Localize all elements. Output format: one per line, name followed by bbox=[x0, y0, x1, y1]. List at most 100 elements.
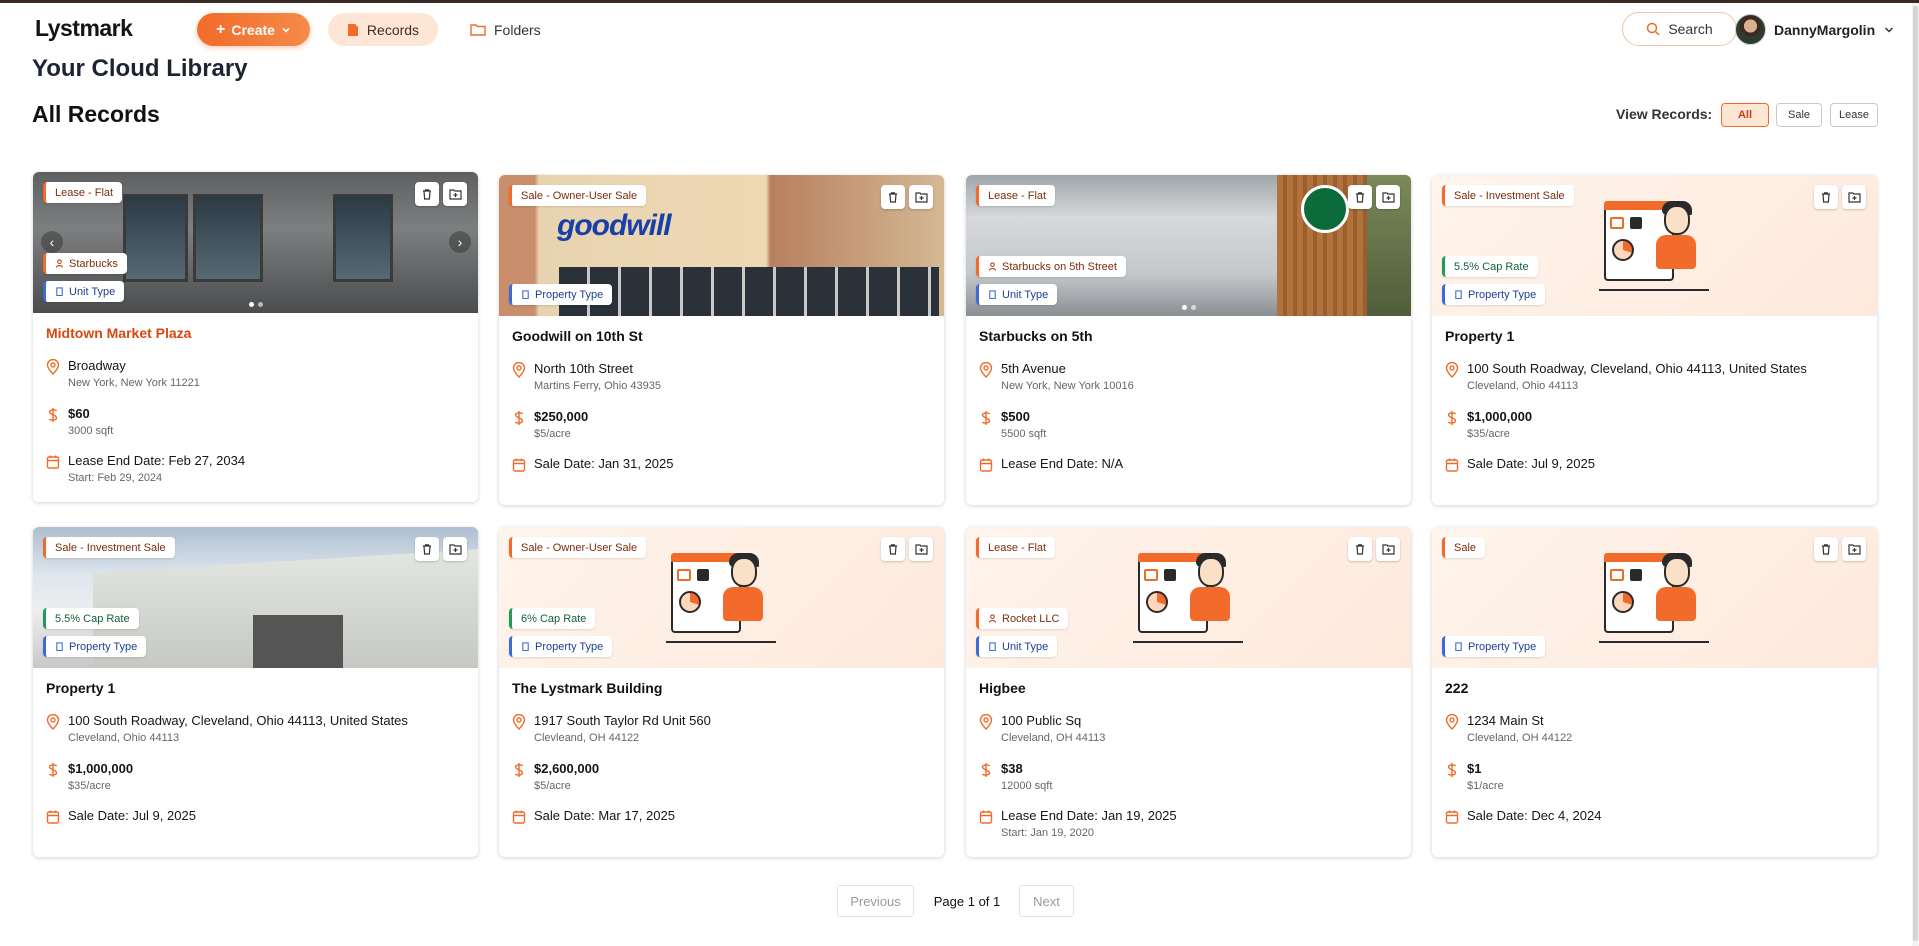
carousel-dot[interactable] bbox=[248, 302, 254, 307]
record-card[interactable]: Lease - Flat Rocket LLC Unit Type Higbee… bbox=[966, 527, 1411, 857]
record-card[interactable]: Sale - Investment Sale 5.5% Cap Rate Pro… bbox=[33, 527, 478, 857]
property-photo[interactable]: Sale - Investment Sale 5.5% Cap Rate Pro… bbox=[33, 527, 478, 668]
carousel-prev-button[interactable]: ‹ bbox=[41, 231, 63, 253]
delete-button[interactable] bbox=[881, 185, 905, 209]
price-sub: $5/acre bbox=[534, 780, 571, 792]
address-row: 100 South Roadway, Cleveland, Ohio 44113… bbox=[1445, 361, 1807, 392]
dollar-icon bbox=[514, 411, 524, 425]
city-line: Cleveland, Ohio 44113 bbox=[68, 732, 180, 744]
property-type-tag-label: Property Type bbox=[535, 288, 604, 301]
add-to-folder-button[interactable] bbox=[443, 182, 467, 206]
price-row: $38 12000 sqft bbox=[979, 761, 1052, 792]
carousel-dot[interactable] bbox=[1190, 305, 1196, 310]
calendar-icon bbox=[979, 810, 993, 824]
delete-button[interactable] bbox=[415, 182, 439, 206]
property-photo[interactable]: Lease - Flat Starbucks Unit Type ‹ › bbox=[33, 172, 478, 313]
folder-plus-icon bbox=[914, 192, 928, 203]
unit-type-tag-label: Unit Type bbox=[1002, 288, 1049, 301]
page-scrollbar[interactable] bbox=[1912, 3, 1919, 946]
address-line: 100 South Roadway, Cleveland, Ohio 44113… bbox=[68, 713, 408, 728]
filter-lease-button[interactable]: Lease bbox=[1830, 103, 1878, 127]
record-card[interactable]: Sale - Investment Sale 5.5% Cap Rate Pro… bbox=[1432, 175, 1877, 505]
address-line: 1917 South Taylor Rd Unit 560 bbox=[534, 713, 711, 728]
add-to-folder-button[interactable] bbox=[1376, 537, 1400, 561]
previous-page-button[interactable]: Previous bbox=[837, 885, 914, 917]
create-button[interactable]: + Create bbox=[197, 13, 310, 46]
carousel-dots bbox=[248, 302, 263, 307]
price-value: $250,000 bbox=[534, 409, 589, 424]
address-line: Broadway bbox=[68, 358, 126, 373]
property-type-tag: Property Type bbox=[509, 284, 613, 305]
delete-button[interactable] bbox=[1814, 537, 1838, 561]
records-tab-label: Records bbox=[366, 21, 420, 38]
folder-plus-icon bbox=[448, 544, 462, 555]
city-line: Cleveland, OH 44122 bbox=[1467, 732, 1573, 744]
filter-sale-button[interactable]: Sale bbox=[1776, 103, 1822, 127]
record-card[interactable]: goodwill Sale - Owner-User Sale Property… bbox=[499, 175, 944, 505]
add-to-folder-button[interactable] bbox=[909, 537, 933, 561]
building-icon bbox=[1455, 642, 1462, 651]
record-card[interactable]: Sale Property Type 222 1234 Main St Cleve… bbox=[1432, 527, 1877, 857]
record-card[interactable]: Lease - Flat Starbucks on 5th Street Uni… bbox=[966, 175, 1411, 505]
placeholder-illustration[interactable]: Sale - Investment Sale 5.5% Cap Rate Pro… bbox=[1432, 175, 1877, 316]
top-nav: Lystmark + Create Records Folders Search… bbox=[0, 3, 1912, 53]
trash-icon bbox=[1822, 192, 1830, 203]
user-menu[interactable]: DannyMargolin bbox=[1735, 13, 1895, 46]
cap-rate-tag-label: 5.5% Cap Rate bbox=[55, 612, 130, 625]
starbucks-logo bbox=[1301, 185, 1349, 233]
delete-button[interactable] bbox=[1814, 185, 1838, 209]
record-title[interactable]: Property 1 bbox=[46, 680, 115, 696]
placeholder-illustration[interactable]: Sale Property Type bbox=[1432, 527, 1877, 668]
trash-icon bbox=[1822, 544, 1830, 555]
placeholder-illustration[interactable]: Lease - Flat Rocket LLC Unit Type bbox=[966, 527, 1411, 668]
delete-button[interactable] bbox=[881, 537, 905, 561]
record-card[interactable]: Sale - Owner-User Sale 6% Cap Rate Prope… bbox=[499, 527, 944, 857]
record-title[interactable]: 222 bbox=[1445, 680, 1468, 696]
delete-button[interactable] bbox=[1348, 185, 1372, 209]
record-title[interactable]: Goodwill on 10th St bbox=[512, 328, 643, 344]
price-sub: $1/acre bbox=[1467, 780, 1504, 792]
calendar-icon bbox=[46, 455, 60, 469]
search-button[interactable]: Search bbox=[1622, 12, 1737, 46]
delete-button[interactable] bbox=[415, 537, 439, 561]
property-photo[interactable]: goodwill Sale - Owner-User Sale Property… bbox=[499, 175, 944, 316]
carousel-dot[interactable] bbox=[1181, 305, 1187, 310]
person-icon bbox=[55, 259, 64, 268]
record-type-tag: Lease - Flat bbox=[976, 537, 1056, 558]
add-to-folder-button[interactable] bbox=[1842, 537, 1866, 561]
map-pin-icon bbox=[1445, 714, 1459, 730]
next-page-button[interactable]: Next bbox=[1019, 885, 1074, 917]
cap-rate-tag: 5.5% Cap Rate bbox=[43, 608, 139, 629]
property-photo[interactable]: Lease - Flat Starbucks on 5th Street Uni… bbox=[966, 175, 1411, 316]
record-card[interactable]: Lease - Flat Starbucks Unit Type ‹ › Mid… bbox=[33, 172, 478, 502]
app-logo[interactable]: Lystmark bbox=[35, 15, 133, 42]
placeholder-illustration[interactable]: Sale - Owner-User Sale 6% Cap Rate Prope… bbox=[499, 527, 944, 668]
dollar-icon bbox=[48, 763, 58, 777]
carousel-next-button[interactable]: › bbox=[449, 231, 471, 253]
add-to-folder-button[interactable] bbox=[1376, 185, 1400, 209]
dollar-icon bbox=[48, 408, 58, 422]
scrollbar-thumb[interactable] bbox=[1913, 6, 1918, 941]
cap-rate-tag: 5.5% Cap Rate bbox=[1442, 256, 1538, 277]
building-icon bbox=[522, 290, 529, 299]
plus-icon: + bbox=[216, 20, 226, 38]
record-title[interactable]: Higbee bbox=[979, 680, 1026, 696]
record-title[interactable]: Midtown Market Plaza bbox=[46, 325, 191, 341]
add-to-folder-button[interactable] bbox=[1842, 185, 1866, 209]
address-row: 100 Public Sq Cleveland, OH 44113 bbox=[979, 713, 1105, 744]
record-title[interactable]: Property 1 bbox=[1445, 328, 1514, 344]
nav-records-tab[interactable]: Records bbox=[328, 13, 438, 46]
date-row: Sale Date: Jul 9, 2025 bbox=[46, 808, 196, 825]
nav-folders-tab[interactable]: Folders bbox=[470, 13, 541, 46]
add-to-folder-button[interactable] bbox=[443, 537, 467, 561]
carousel-dot[interactable] bbox=[257, 302, 263, 307]
record-title[interactable]: The Lystmark Building bbox=[512, 680, 662, 696]
filter-all-button[interactable]: All bbox=[1721, 103, 1769, 127]
building-icon bbox=[989, 642, 996, 651]
map-pin-icon bbox=[512, 714, 526, 730]
delete-button[interactable] bbox=[1348, 537, 1372, 561]
price-sub: 3000 sqft bbox=[68, 425, 114, 437]
address-line: 5th Avenue bbox=[1001, 361, 1066, 376]
record-title[interactable]: Starbucks on 5th bbox=[979, 328, 1093, 344]
add-to-folder-button[interactable] bbox=[909, 185, 933, 209]
